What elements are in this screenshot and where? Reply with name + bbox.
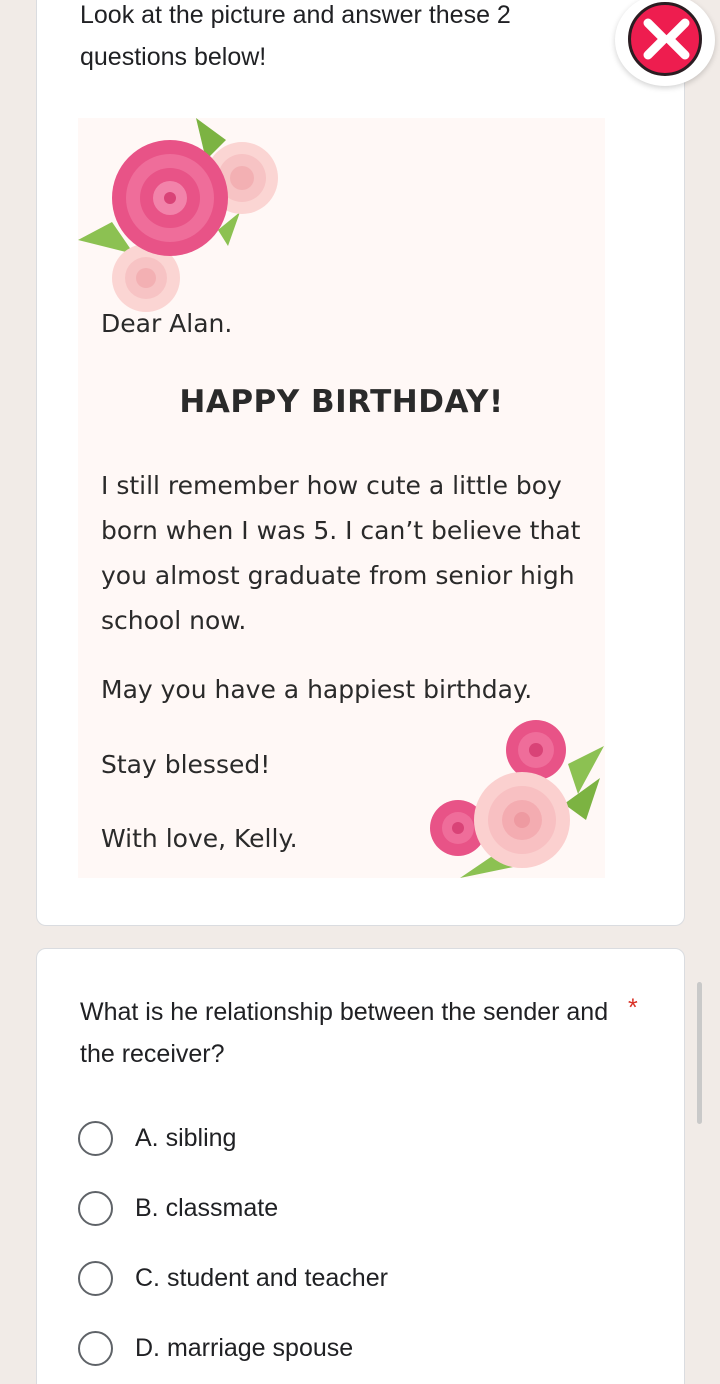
- question-title: What is he relationship between the send…: [80, 998, 609, 1068]
- card-wish: May you have a happiest birthday.: [101, 675, 533, 704]
- option-label: A. sibling: [135, 1123, 237, 1152]
- option-d[interactable]: D. marriage spouse: [78, 1328, 353, 1368]
- floating-app-button[interactable]: [615, 0, 715, 86]
- card-message: I still remember how cute a little boy b…: [101, 471, 581, 635]
- logo-arrows-icon: [643, 18, 690, 60]
- option-label: C. student and teacher: [135, 1263, 388, 1292]
- option-a[interactable]: A. sibling: [78, 1118, 236, 1158]
- radio-button[interactable]: [78, 1190, 113, 1226]
- option-label: B. classmate: [135, 1193, 279, 1222]
- card-headline: HAPPY BIRTHDAY!: [179, 384, 504, 420]
- card-salutation: Dear Alan.: [101, 309, 233, 338]
- roses-decoration-top: [78, 118, 278, 312]
- required-asterisk: *: [628, 994, 638, 1022]
- card-closing: Stay blessed!: [101, 750, 271, 779]
- option-label: D. marriage spouse: [135, 1333, 354, 1362]
- instruction-text: Look at the picture and answer these 2 q…: [80, 1, 511, 71]
- option-c[interactable]: C. student and teacher: [78, 1258, 388, 1298]
- radio-button[interactable]: [78, 1260, 113, 1296]
- greeting-card-image: Dear Alan. HAPPY BIRTHDAY! I still remem…: [78, 118, 605, 878]
- card-signature: With love, Kelly.: [101, 824, 298, 853]
- radio-button[interactable]: [78, 1330, 113, 1366]
- roses-decoration-bottom: [430, 720, 604, 878]
- radio-button[interactable]: [78, 1120, 113, 1156]
- scrollbar-thumb[interactable]: [697, 982, 702, 1124]
- option-b[interactable]: B. classmate: [78, 1188, 278, 1228]
